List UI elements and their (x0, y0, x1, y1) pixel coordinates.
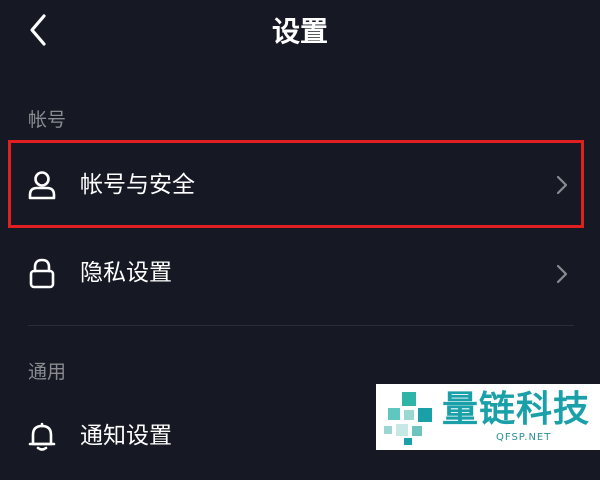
watermark: 量链科技 QFSP.NET (376, 384, 600, 450)
section-label-general: 通用 (28, 361, 67, 383)
bell-icon (28, 422, 56, 451)
section-label-account: 帐号 (28, 109, 67, 131)
header-bar: 设置 (0, 0, 600, 64)
settings-item-label: 通知设置 (80, 423, 172, 449)
chevron-right-icon (556, 264, 568, 284)
settings-item-label: 隐私设置 (80, 260, 172, 286)
lock-icon (29, 258, 55, 289)
watermark-url: QFSP.NET (496, 432, 552, 443)
section-divider (28, 325, 574, 326)
watermark-logo-icon (384, 392, 432, 445)
highlight-box (8, 140, 584, 228)
settings-item-privacy[interactable]: 隐私设置 (0, 228, 600, 314)
page-title: 设置 (271, 15, 328, 48)
watermark-brand: 量链科技 (442, 389, 591, 430)
